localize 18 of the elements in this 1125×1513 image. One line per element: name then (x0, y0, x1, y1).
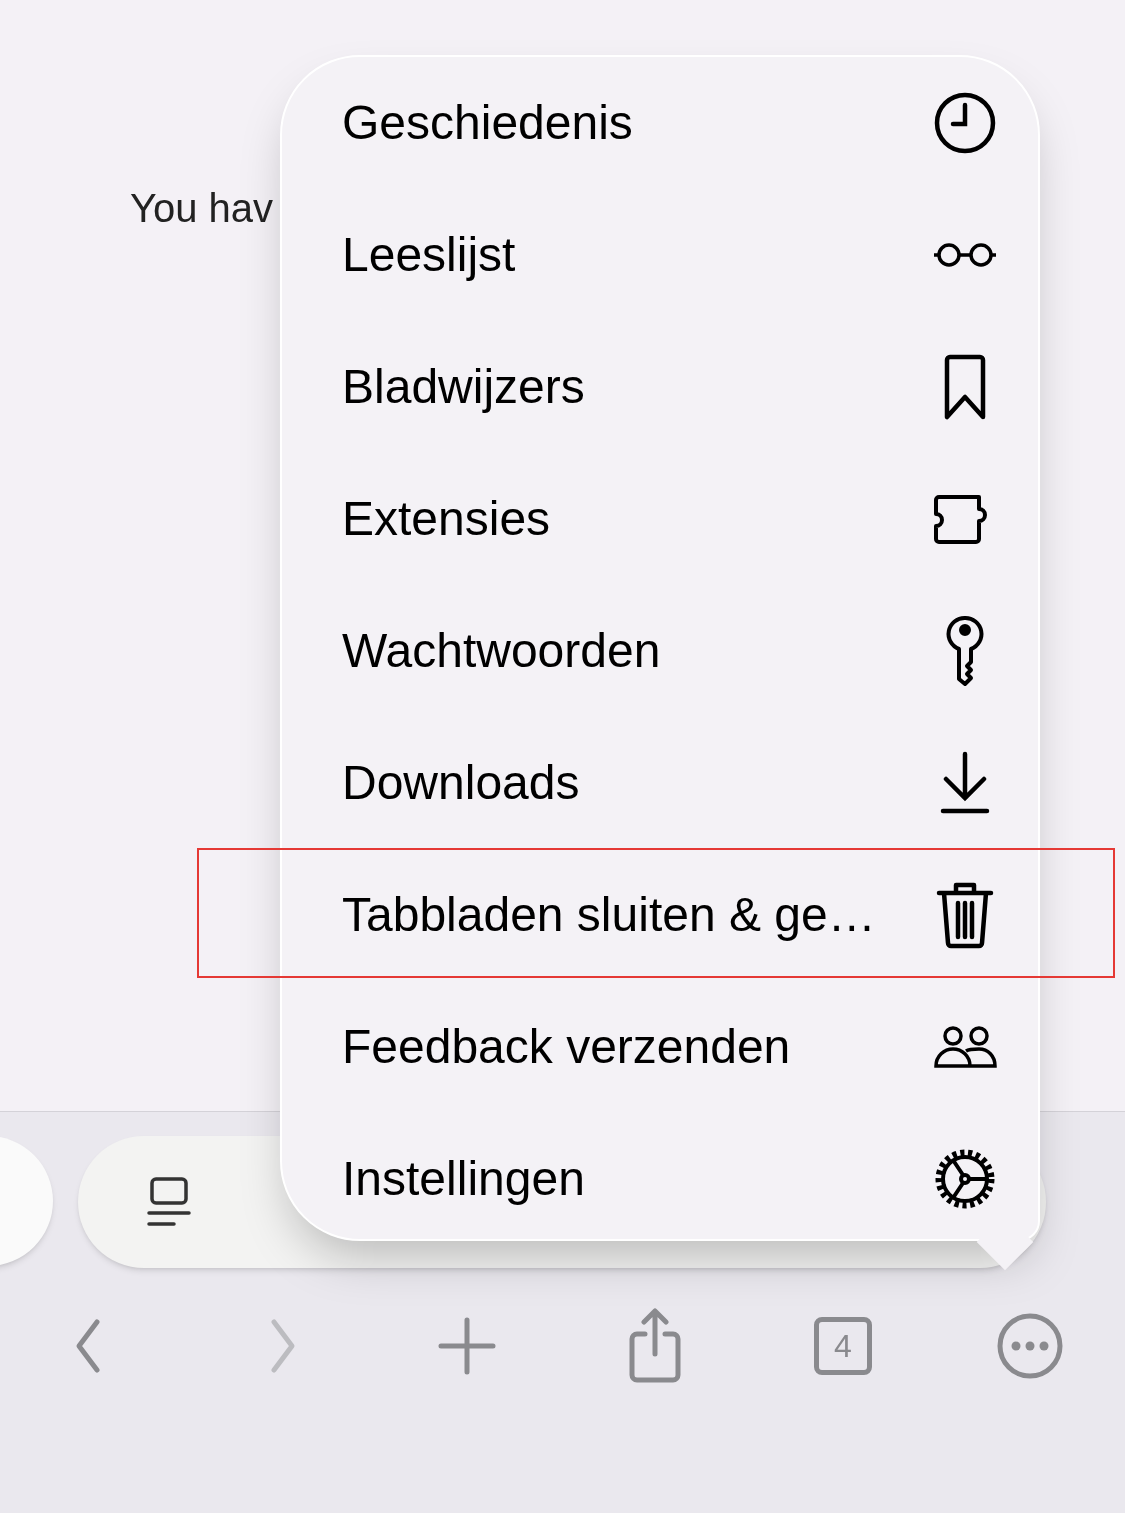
menu-item[interactable]: Bladwijzers (282, 321, 1038, 453)
menu-item[interactable]: Extensies (282, 453, 1038, 585)
download-icon (940, 751, 990, 815)
bookmark-icon (943, 354, 987, 420)
plus-icon[interactable] (437, 1316, 497, 1376)
page-text: You hav (130, 186, 274, 230)
people-icon (933, 1025, 997, 1069)
menu-item[interactable]: Instellingen (282, 1113, 1038, 1245)
key-icon (945, 615, 985, 687)
menu-item[interactable]: Wachtwoorden (282, 585, 1038, 717)
menu-item[interactable]: Feedback verzenden (282, 981, 1038, 1113)
trash-icon (936, 881, 994, 949)
menu-item[interactable]: Geschiedenis (282, 57, 1038, 189)
clock-icon (933, 91, 997, 155)
menu-item[interactable]: Leeslijst (282, 189, 1038, 321)
reader-icon[interactable] (146, 1176, 192, 1228)
menu-item[interactable]: Downloads (282, 717, 1038, 849)
more-icon[interactable] (996, 1312, 1064, 1380)
